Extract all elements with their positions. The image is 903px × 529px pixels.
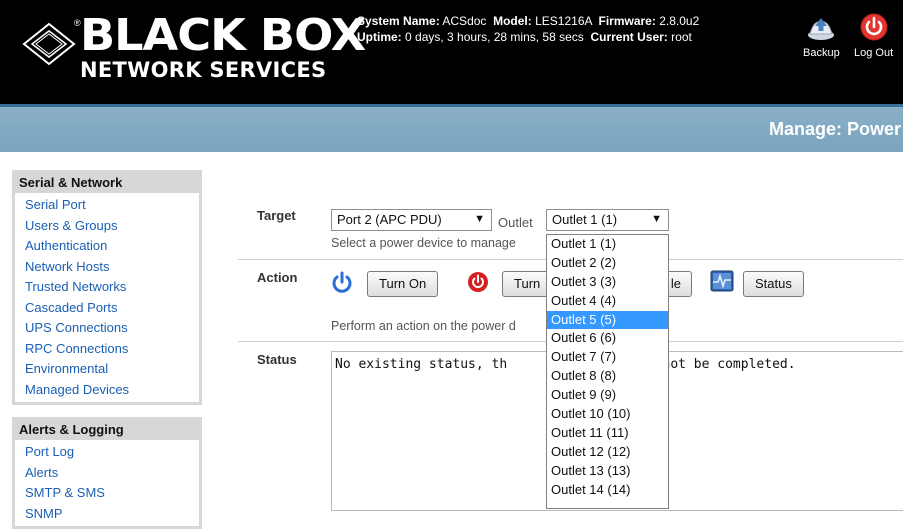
dropdown-option-highlighted[interactable]: Outlet 5 (5): [547, 310, 668, 330]
dropdown-option[interactable]: Outlet 11 (11): [547, 424, 668, 443]
status-label: Status: [257, 352, 297, 367]
logo-title: BLACK BOX: [80, 10, 366, 61]
power-off-icon[interactable]: [467, 271, 489, 293]
target-label: Target: [257, 208, 296, 223]
dropdown-option[interactable]: Outlet 9 (9): [547, 386, 668, 405]
dropdown-option[interactable]: Outlet 4 (4): [547, 292, 668, 311]
system-info: System Name: ACSdoc Model: LES1216A Firm…: [357, 13, 699, 45]
turn-on-button[interactable]: Turn On: [367, 271, 439, 297]
dropdown-option[interactable]: Outlet 7 (7): [547, 348, 668, 367]
sidebar-item-environmental[interactable]: Environmental: [25, 359, 199, 380]
sidebar-item-network-hosts[interactable]: Network Hosts: [25, 257, 199, 278]
sidebar-item-ups-connections[interactable]: UPS Connections: [25, 318, 199, 339]
chevron-down-icon: ▼: [651, 213, 662, 225]
dropdown-option[interactable]: Outlet 1 (1): [547, 235, 668, 254]
brand-logo[interactable]: ® BLACK BOX NETWORK SERVICES: [22, 10, 366, 87]
sidebar-section-title: Serial & Network: [19, 175, 123, 190]
uptime-label: Uptime:: [357, 30, 402, 44]
model-value: LES1216A: [535, 14, 592, 28]
status-text: No existing status, th: [335, 357, 508, 372]
firmware-value: 2.8.0u2: [659, 14, 700, 28]
outlet-select-value: Outlet 1 (1): [552, 212, 618, 227]
dropdown-option[interactable]: Outlet 13 (13): [547, 462, 668, 481]
sidebar-section-alerts-logging: Alerts & Logging Port Log Alerts SMTP & …: [12, 417, 202, 529]
logo-subtitle: NETWORK SERVICES: [80, 58, 327, 82]
sidebar-list: Serial Port Users & Groups Authenticatio…: [15, 193, 199, 402]
header: ® BLACK BOX NETWORK SERVICES System Name…: [0, 0, 903, 104]
dropdown-option[interactable]: Outlet 2 (2): [547, 254, 668, 273]
dropdown-option[interactable]: Outlet 3 (3): [547, 273, 668, 292]
target-help-text: Select a power device to manage: [331, 236, 516, 250]
page-title-bar: Manage: Power: [0, 104, 903, 152]
sidebar-list: Port Log Alerts SMTP & SMS SNMP: [15, 440, 199, 526]
dropdown-option[interactable]: Outlet 10 (10): [547, 405, 668, 424]
dropdown-option[interactable]: Outlet 14 (14): [547, 481, 668, 500]
action-help-text: Perform an action on the power d: [331, 319, 516, 333]
sidebar-item-users-groups[interactable]: Users & Groups: [25, 216, 199, 237]
uptime-value: 0 days, 3 hours, 28 mins, 58 secs: [405, 30, 584, 44]
sidebar-item-smtp-sms[interactable]: SMTP & SMS: [25, 483, 199, 504]
sidebar-item-snmp[interactable]: SNMP: [25, 504, 199, 525]
status-monitor-icon[interactable]: [710, 270, 734, 292]
logout-label: Log Out: [854, 47, 894, 59]
sidebar-item-port-log[interactable]: Port Log: [25, 442, 199, 463]
current-user-value: root: [671, 30, 692, 44]
current-user-label: Current User:: [590, 30, 668, 44]
page-title: Manage: Power: [768, 119, 901, 139]
sidebar-item-rpc-connections[interactable]: RPC Connections: [25, 339, 199, 360]
sidebar-section-title: Alerts & Logging: [19, 422, 124, 437]
sidebar-section-serial-network: Serial & Network Serial Port Users & Gro…: [12, 170, 202, 405]
chevron-down-icon: ▼: [474, 213, 485, 225]
target-select[interactable]: Port 2 (APC PDU) ▼: [331, 209, 492, 231]
sidebar-item-managed-devices[interactable]: Managed Devices: [25, 380, 199, 401]
dropdown-option[interactable]: Outlet 12 (12): [547, 443, 668, 462]
power-on-icon[interactable]: [331, 271, 353, 293]
logout-button[interactable]: Log Out: [854, 12, 893, 59]
sidebar-item-authentication[interactable]: Authentication: [25, 236, 199, 257]
backup-label: Backup: [803, 47, 840, 59]
logout-power-icon: [860, 13, 888, 41]
backup-icon: [808, 18, 835, 40]
sidebar-item-trusted-networks[interactable]: Trusted Networks: [25, 277, 199, 298]
sidebar-item-cascaded-ports[interactable]: Cascaded Ports: [25, 298, 199, 319]
sidebar-item-serial-port[interactable]: Serial Port: [25, 195, 199, 216]
sidebar-item-alerts[interactable]: Alerts: [25, 463, 199, 484]
outlet-select[interactable]: Outlet 1 (1) ▼: [546, 209, 669, 231]
dropdown-option[interactable]: Outlet 8 (8): [547, 367, 668, 386]
status-button[interactable]: Status: [743, 271, 804, 297]
dropdown-option[interactable]: Outlet 6 (6): [547, 329, 668, 348]
action-label: Action: [257, 270, 298, 285]
outlet-dropdown-list[interactable]: Outlet 1 (1) Outlet 2 (2) Outlet 3 (3) O…: [546, 234, 669, 509]
system-name-label: System Name:: [357, 14, 440, 28]
model-label: Model:: [493, 14, 532, 28]
backup-button[interactable]: Backup: [803, 12, 840, 59]
target-select-value: Port 2 (APC PDU): [337, 212, 442, 227]
system-name-value: ACSdoc: [442, 14, 487, 28]
brand-diamond-icon: [22, 22, 76, 66]
firmware-label: Firmware:: [598, 14, 656, 28]
outlet-label: Outlet: [498, 215, 533, 230]
